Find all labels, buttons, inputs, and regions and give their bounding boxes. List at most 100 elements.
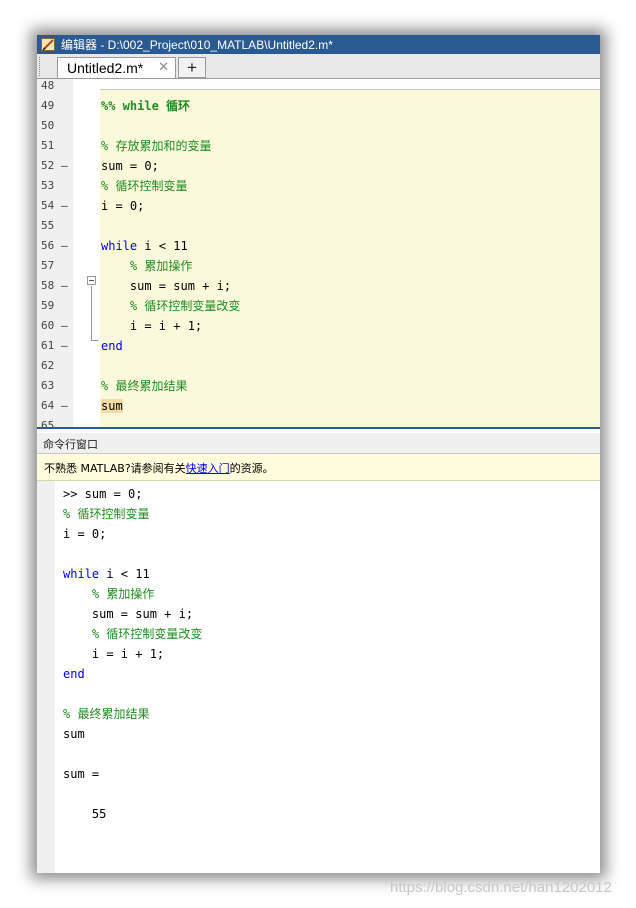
code-content: % 最终累加结果 <box>101 379 188 393</box>
breakpoint-marker[interactable]: – <box>61 236 68 256</box>
code-content: sum <box>101 399 123 413</box>
command-line-text: % 循环控制变量 <box>63 507 150 521</box>
breakpoint-marker[interactable]: – <box>61 156 68 176</box>
command-window-title: 命令行窗口 <box>43 438 98 451</box>
editor-line[interactable]: 54– i = 0; <box>37 196 600 216</box>
command-line-text: sum = sum + i; <box>63 607 194 621</box>
getting-started-link[interactable]: 快速入门 <box>186 462 230 475</box>
code-editor[interactable]: 48 49%% while 循环 50 51% 存放累加和的变量 52– sum = 0;… <box>37 79 600 427</box>
code-content: i = 0; <box>101 199 145 213</box>
command-output-line: i = i + 1; <box>63 644 164 664</box>
line-number: 49 <box>41 99 55 112</box>
command-line-text: i = 0; <box>63 527 107 541</box>
editor-line[interactable]: 50 <box>37 116 600 136</box>
command-line-text: sum <box>63 727 85 741</box>
watermark: https://blog.csdn.net/han1202012 <box>390 879 612 896</box>
getting-started-infobar: 不熟悉 MATLAB?请参阅有关快速入门的资源。 <box>37 454 600 481</box>
editor-line[interactable]: 49 %% while 循环 <box>37 96 600 116</box>
add-tab-button[interactable]: + <box>178 57 206 78</box>
code-text: % 循环控制变量 <box>101 176 187 196</box>
editor-line[interactable]: 59 % 循环控制变量改变 <box>37 296 600 316</box>
command-output-line: sum = <box>63 764 99 784</box>
breakpoint-marker[interactable]: – <box>61 396 68 416</box>
editor-line[interactable]: 51 % 存放累加和的变量 <box>37 136 600 156</box>
window-title: 编辑器 - D:\002_Project\010_MATLAB\Untitled… <box>61 38 333 52</box>
tab-untitled2[interactable]: Untitled2.m* ✕ <box>57 57 176 78</box>
line-number: 63 <box>41 379 55 392</box>
editor-line[interactable]: 62 <box>37 356 600 376</box>
editor-line[interactable]: 48 <box>37 79 600 96</box>
breakpoint-marker[interactable]: – <box>61 336 68 356</box>
code-content: sum = 0; <box>101 159 159 173</box>
editor-line[interactable]: 63 % 最终累加结果 <box>37 376 600 396</box>
line-number: 65 <box>41 419 55 427</box>
code-content: sum = sum + i; <box>101 279 232 293</box>
code-text: % 最终累加结果 <box>101 376 187 396</box>
editor-line[interactable]: 61– end <box>37 336 600 356</box>
code-content: % 累加操作 <box>101 259 193 273</box>
line-number: 51 <box>41 139 55 152</box>
panel-divider[interactable] <box>37 427 600 429</box>
command-line-text: sum = <box>63 767 100 781</box>
breakpoint-marker[interactable]: – <box>61 276 68 296</box>
editor-line[interactable]: 65 <box>37 416 600 427</box>
code-text: sum = 0; <box>101 156 159 176</box>
editor-app-icon <box>41 38 55 51</box>
command-window-gutter <box>37 481 55 873</box>
command-window-header: 命令行窗口 <box>37 433 600 454</box>
line-number: 59 <box>41 299 55 312</box>
command-output-line: % 循环控制变量改变 <box>63 624 202 644</box>
editor-line[interactable]: 55 <box>37 216 600 236</box>
editor-line[interactable]: 52– sum = 0; <box>37 156 600 176</box>
tab-bar-grip[interactable] <box>39 57 50 76</box>
editor-tab-bar: Untitled2.m* ✕ + <box>37 54 600 79</box>
fold-guide-end <box>91 340 98 341</box>
command-output-line: sum = sum + i; <box>63 604 193 624</box>
command-output-line: sum <box>63 724 85 744</box>
editor-line[interactable]: 60– i = i + 1; <box>37 316 600 336</box>
command-window-output[interactable]: >> sum = 0; % 循环控制变量 i = 0; while i < 11 % … <box>37 481 600 873</box>
command-output-line: % 最终累加结果 <box>63 704 149 724</box>
info-text-after: 的资源。 <box>229 462 274 475</box>
line-number: 50 <box>41 119 55 132</box>
editor-line[interactable]: 58– sum = sum + i; <box>37 276 600 296</box>
editor-line[interactable]: 57 % 累加操作 <box>37 256 600 276</box>
command-output-line: end <box>63 664 85 684</box>
command-output-line: i = 0; <box>63 524 106 544</box>
close-icon[interactable]: ✕ <box>158 60 169 75</box>
editor-titlebar: 编辑器 - D:\002_Project\010_MATLAB\Untitled… <box>37 35 600 54</box>
line-number: 53 <box>41 179 55 192</box>
info-message: 不熟悉 MATLAB?请参阅有关快速入门的资源。 <box>44 460 274 476</box>
line-number: 57 <box>41 259 55 272</box>
editor-line[interactable]: 64– sum <box>37 396 600 416</box>
code-content: % 循环控制变量 <box>101 179 188 193</box>
fold-collapse-icon[interactable] <box>87 276 96 285</box>
breakpoint-marker[interactable]: – <box>61 316 68 336</box>
code-text: % 循环控制变量改变 <box>101 296 240 316</box>
tab-label: Untitled2.m* <box>67 60 144 76</box>
code-text: % 存放累加和的变量 <box>101 136 211 156</box>
command-output-line: % 循环控制变量 <box>63 504 149 524</box>
command-line-text: % 累加操作 <box>63 587 155 601</box>
code-text: i = 0; <box>101 196 144 216</box>
command-output-line: >> sum = 0; <box>63 484 142 504</box>
code-text: % 累加操作 <box>101 256 192 276</box>
code-content: i < 11 <box>137 239 188 253</box>
code-text: i = i + 1; <box>101 316 202 336</box>
code-content: i = i + 1; <box>101 319 203 333</box>
code-text: sum = sum + i; <box>101 276 231 296</box>
code-text: %% while 循环 <box>101 96 190 116</box>
keyword: while <box>63 567 100 581</box>
line-number: 55 <box>41 219 55 232</box>
command-line-text: >> sum = 0; <box>63 487 143 501</box>
editor-line[interactable]: 53 % 循环控制变量 <box>37 176 600 196</box>
command-line-text: i < 11 <box>99 567 150 581</box>
editor-line[interactable]: 56– while i < 11 <box>37 236 600 256</box>
code-content: %% while 循环 <box>101 99 191 113</box>
breakpoint-marker[interactable]: – <box>61 196 68 216</box>
command-line-text: 55 <box>63 807 107 821</box>
line-number: 62 <box>41 359 55 372</box>
matlab-window: 编辑器 - D:\002_Project\010_MATLAB\Untitled… <box>37 35 600 873</box>
command-line-text: % 最终累加结果 <box>63 707 150 721</box>
code-text: sum <box>101 396 123 416</box>
